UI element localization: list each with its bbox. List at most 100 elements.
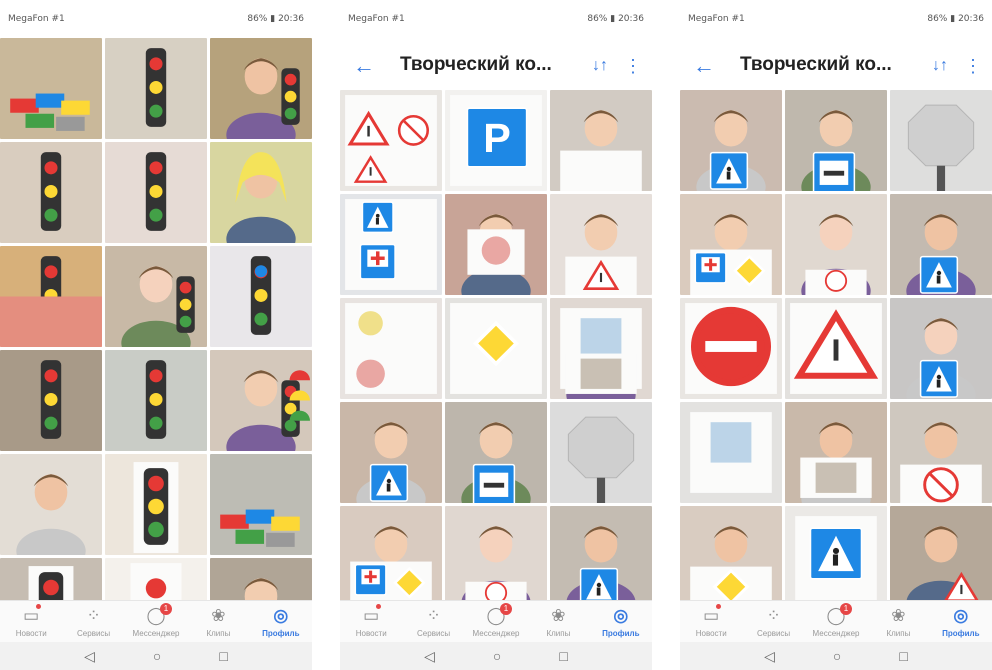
more-options-icon[interactable]: ⋮: [624, 54, 642, 78]
photo-thumbnail: [105, 454, 207, 555]
photo-tile-table-traffic-light[interactable]: [0, 350, 102, 451]
tab-clips[interactable]: ❀ Клипы: [527, 601, 589, 643]
photo-tile-stop-sign-pencil[interactable]: [890, 90, 992, 191]
photo-tile-lego-bricks[interactable]: [0, 38, 102, 139]
back-arrow-icon[interactable]: ←: [690, 52, 718, 80]
photo-tile-crosswalk-sign-drawing[interactable]: [785, 506, 887, 607]
recents-nav-icon[interactable]: □: [219, 648, 227, 664]
tab-services[interactable]: ⁘ Сервисы: [62, 601, 124, 643]
yellow-lamp: [149, 393, 163, 406]
back-nav-icon[interactable]: ◁: [424, 648, 435, 665]
photo-tile-boy-crosswalk-sign[interactable]: [340, 402, 442, 503]
photo-thumbnail: [550, 194, 652, 295]
photo-tile-traffic-light-model[interactable]: [0, 142, 102, 243]
bottom-tab-bar: ▭ Новости ⁘ Сервисы ◯ Мессенджер 1 ❀ Клипы ◎ Профи…: [0, 600, 312, 643]
photo-tile-cloth-traffic-light[interactable]: [210, 246, 312, 347]
app-bar: ← Творческий ко... ↓↑ ⋮: [340, 42, 652, 92]
photo-tile-girl-hospital-sign[interactable]: [680, 194, 782, 295]
photo-tile-warning-signs-drawing[interactable]: [340, 90, 442, 191]
sort-icon[interactable]: ↓↑: [592, 54, 608, 78]
tab-services[interactable]: ⁘ Сервисы: [402, 601, 464, 643]
photo-tile-smiling-child[interactable]: [0, 454, 102, 555]
tab-messenger[interactable]: ◯ Мессенджер 1: [465, 601, 527, 643]
sort-icon[interactable]: ↓↑: [932, 54, 948, 78]
photo-tile-boy-bed-sign[interactable]: [445, 402, 547, 503]
tab-messenger[interactable]: ◯ Мессенджер 1: [805, 601, 867, 643]
photo-tile-boy-traffic-light[interactable]: [105, 246, 207, 347]
photo-tile-girl-triangle-sign[interactable]: [550, 194, 652, 295]
home-nav-icon[interactable]: ○: [493, 648, 501, 664]
photo-tile-crosswalk-traffic-light[interactable]: [105, 350, 207, 451]
photo-tile-slippery-road-sign[interactable]: [785, 298, 887, 399]
tab-profile[interactable]: ◎ Профиль: [930, 601, 992, 643]
photo-tile-boy-pale-sign[interactable]: [785, 402, 887, 503]
tab-messenger[interactable]: ◯ Мессенджер 1: [125, 601, 187, 643]
photo-tile-girl-stop-sign[interactable]: STOP: [785, 194, 887, 295]
tab-profile[interactable]: ◎ Профиль: [250, 601, 312, 643]
walker-body: [726, 171, 731, 180]
photo-tile-child-red-circle-sign[interactable]: [445, 194, 547, 295]
app-bar: ← Творческий ко... ↓↑ ⋮: [680, 42, 992, 92]
back-nav-icon[interactable]: ◁: [84, 648, 95, 665]
recents-nav-icon[interactable]: □: [559, 648, 567, 664]
walker-head: [936, 270, 942, 276]
more-options-icon[interactable]: ⋮: [964, 54, 982, 78]
services-icon: ⁘: [426, 606, 441, 625]
photo-tile-girl-drawing[interactable]: [550, 90, 652, 191]
status-bar: MegaFon #1 86% ▮ 20:36: [340, 14, 652, 28]
system-navigation-bar: ◁ ○ □: [680, 642, 992, 670]
tab-label: Новости: [15, 629, 47, 638]
notification-badge: 1: [840, 603, 853, 615]
tab-clips[interactable]: ❀ Клипы: [187, 601, 249, 643]
photo-tile-boy-blue-crosswalk-sign[interactable]: [890, 298, 992, 399]
photo-thumbnail: [340, 194, 442, 295]
tab-clips[interactable]: ❀ Клипы: [867, 601, 929, 643]
home-nav-icon[interactable]: ○: [153, 648, 161, 664]
tab-news[interactable]: ▭ Новости: [340, 601, 402, 643]
back-arrow-icon[interactable]: ←: [350, 52, 378, 80]
pale-blue-square: [580, 318, 622, 359]
photo-tile-no-entry-sign[interactable]: [680, 298, 782, 399]
photo-tile-girl-traffic-light-craft[interactable]: [210, 350, 312, 451]
photo-tile-boy-no-pedestrian-sign[interactable]: [890, 402, 992, 503]
photo-tile-lego-city[interactable]: [210, 454, 312, 555]
photo-tile-girl-stop-sign[interactable]: STOP: [445, 506, 547, 607]
photo-tile-priority-road-drawing[interactable]: [445, 298, 547, 399]
photo-tile-pale-square-sign[interactable]: [680, 402, 782, 503]
photo-grid: STOP: [680, 90, 992, 607]
photo-tile-girl-hospital-sign[interactable]: [340, 506, 442, 607]
photo-tile-girl-yellow-hair[interactable]: [210, 142, 312, 243]
photo-thumbnail: [105, 38, 207, 139]
photo-tile-parking-sign[interactable]: P: [445, 90, 547, 191]
photo-tile-paper-traffic-light[interactable]: [105, 454, 207, 555]
photo-tile-clay-traffic-light[interactable]: [105, 142, 207, 243]
photo-tile-child-traffic-light[interactable]: [210, 38, 312, 139]
photo-tile-boy-bed-sign[interactable]: [785, 90, 887, 191]
photo-tile-girl-pale-sign[interactable]: [550, 298, 652, 399]
clips-icon: ❀: [551, 606, 566, 625]
photo-tile-boy-pedestrian-sign[interactable]: [890, 194, 992, 295]
photo-tile-traffic-light-toy[interactable]: [105, 38, 207, 139]
battery-label: 86%: [587, 14, 608, 24]
tab-profile[interactable]: ◎ Профиль: [590, 601, 652, 643]
photo-thumbnail: [890, 194, 992, 295]
photo-tile-boy-crosswalk-sign[interactable]: [680, 90, 782, 191]
tab-news[interactable]: ▭ Новости: [0, 601, 62, 643]
photo-tile-stop-sign-pencil[interactable]: [550, 402, 652, 503]
tab-news[interactable]: ▭ Новости: [680, 601, 742, 643]
tab-label: Мессенджер: [812, 629, 860, 638]
photo-tile-boy-warning-sign[interactable]: [890, 506, 992, 607]
green-lamp: [149, 416, 163, 430]
back-nav-icon[interactable]: ◁: [764, 648, 775, 665]
recents-nav-icon[interactable]: □: [899, 648, 907, 664]
photo-tile-boy-pedestrian-sign[interactable]: [550, 506, 652, 607]
photo-tile-play-mat-traffic-light[interactable]: [0, 246, 102, 347]
photo-tile-pencil-signs-drawing[interactable]: [340, 298, 442, 399]
carrier-label: MegaFon #1: [688, 14, 745, 24]
paper-circle: [145, 578, 167, 599]
home-nav-icon[interactable]: ○: [833, 648, 841, 664]
tab-services[interactable]: ⁘ Сервисы: [742, 601, 804, 643]
photo-tile-pedestrian-sign-drawing[interactable]: [340, 194, 442, 295]
notification-badge: 1: [160, 603, 173, 615]
photo-tile-girl-yellow-diamond[interactable]: [680, 506, 782, 607]
